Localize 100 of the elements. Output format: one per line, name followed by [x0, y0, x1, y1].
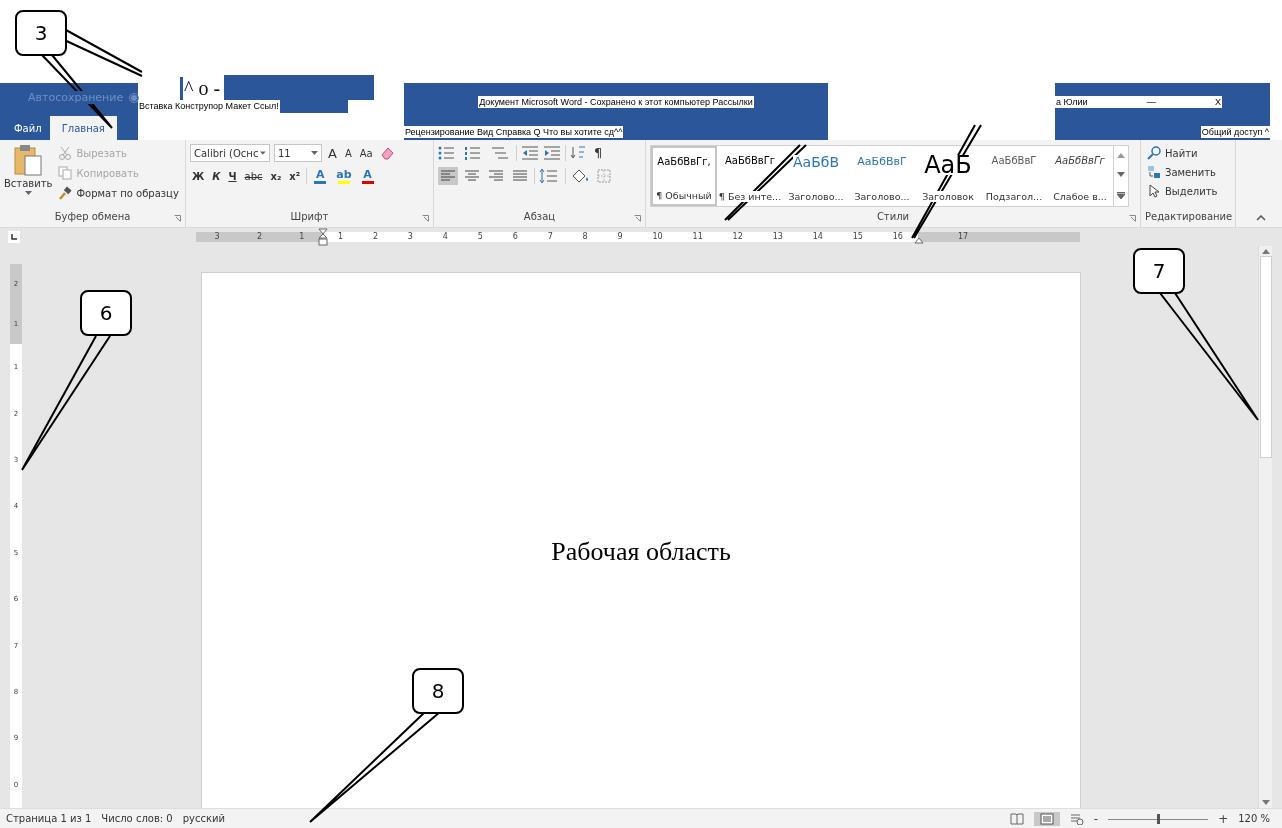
ruler-number: 1: [337, 232, 343, 242]
zoom-out-button[interactable]: -: [1093, 811, 1099, 826]
color-button[interactable]: A: [311, 168, 330, 184]
indent-marker-icon[interactable]: [318, 228, 328, 246]
status-text: Страница 1 из 1: [6, 813, 92, 824]
gallery-scroll-buttons[interactable]: [1113, 146, 1128, 206]
status-text: русский: [182, 813, 225, 824]
search-icon: [1147, 146, 1161, 160]
group-title: Абзац: [523, 211, 556, 222]
tab-labels: Вставка Конструпор Макет Ссыл!: [138, 100, 280, 113]
font-size-dropdown[interactable]: 11: [274, 144, 322, 162]
tab-stop-icon[interactable]: [8, 231, 20, 243]
editing-button[interactable]: Найти: [1145, 144, 1231, 162]
align-left-icon: [441, 170, 455, 182]
paste-button[interactable]: Вставить: [4, 144, 53, 211]
scissors-icon: [58, 146, 73, 160]
dialog-launcher-icon[interactable]: [1129, 215, 1136, 222]
print-layout-button[interactable]: [1033, 811, 1060, 826]
ruler-number: 17: [958, 232, 969, 242]
format-button[interactable]: К: [210, 169, 223, 183]
callout-label: 8: [412, 668, 464, 714]
paintbrush-icon: [58, 186, 73, 200]
font-name-dropdown[interactable]: Calibri (Оснс: [190, 144, 270, 162]
format-button[interactable]: abc: [242, 169, 265, 183]
scroll-up-icon[interactable]: [1261, 248, 1270, 254]
increase-indent-icon[interactable]: [543, 144, 561, 161]
right-indent-icon[interactable]: [914, 237, 924, 244]
ruler-number: 15: [852, 232, 863, 242]
read-mode-icon[interactable]: [1009, 812, 1024, 825]
zoom-in-button[interactable]: +: [1218, 811, 1229, 826]
cursor-arrow-icon: [1147, 184, 1161, 198]
window-title: Документ Microsoft Word - Сохранено к этот компьютер Рассылки: [478, 96, 754, 108]
align-justify-icon: [513, 170, 527, 182]
autosave-label: Автосохранение: [28, 91, 124, 104]
format-button[interactable]: x₂: [268, 169, 284, 183]
ruler-number: 12: [732, 232, 743, 242]
grow-font-button[interactable]: A: [326, 144, 339, 162]
color-button[interactable]: A: [358, 168, 377, 184]
tab-labels: Рецензирование Вид Справка Q Что вы хотите сд^^: [404, 126, 624, 138]
zoom-slider[interactable]: [1108, 812, 1209, 825]
replace-icon: [1147, 165, 1161, 179]
ruler-number: 11: [692, 232, 703, 242]
ruler-number: 3: [214, 232, 220, 242]
color-button[interactable]: ab: [333, 168, 355, 184]
shrink-font-button[interactable]: A: [342, 146, 354, 160]
format-button[interactable]: x²: [287, 169, 303, 183]
sort-icon[interactable]: [570, 144, 588, 161]
ruler-number: 2: [256, 232, 263, 242]
ruler-number: 5: [477, 232, 483, 242]
format-button[interactable]: Ж: [190, 169, 207, 183]
caret-icon: [24, 191, 32, 196]
status-text: Число слов: 0: [101, 813, 173, 824]
group-title: Буфер обмена: [54, 211, 131, 222]
copy-icon: [58, 166, 73, 180]
document-text: Рабочая область: [551, 537, 731, 568]
ruler-number: 16: [892, 232, 903, 242]
group-title: Шрифт: [290, 211, 329, 222]
decrease-indent-icon[interactable]: [521, 144, 539, 161]
close-button[interactable]: X: [1213, 96, 1222, 108]
share-button[interactable]: Общий доступ ^: [1200, 126, 1270, 138]
ruler-number: 2: [372, 232, 378, 242]
show-marks-button[interactable]: ¶: [592, 144, 605, 161]
vertical-scrollbar[interactable]: [1258, 246, 1272, 808]
callout-label: 3: [15, 10, 67, 56]
dialog-launcher-icon[interactable]: [422, 215, 429, 222]
ruler-number: 1: [299, 232, 305, 242]
callout-label: 6: [80, 290, 132, 336]
align-right-icon: [489, 170, 503, 182]
ruler-number: 14: [812, 232, 823, 242]
web-layout-icon[interactable]: [1069, 812, 1084, 825]
format-button[interactable]: Ч: [226, 169, 239, 183]
caret-icon: [260, 150, 266, 156]
ruler-number: 9: [617, 232, 623, 242]
dialog-launcher-icon[interactable]: [174, 215, 181, 222]
scroll-down-icon[interactable]: [1261, 800, 1270, 806]
ruler-number: 6: [512, 232, 518, 242]
ruler-number: 10: [652, 232, 663, 242]
group-title: Стили: [876, 211, 910, 222]
chevron-up-icon[interactable]: [1256, 215, 1266, 221]
zoom-slider-thumb[interactable]: [1157, 813, 1161, 824]
editing-button[interactable]: Выделить: [1145, 182, 1231, 200]
ruler-number: 7: [547, 232, 553, 242]
ruler-number: 8: [582, 232, 588, 242]
ruler-number: 3: [407, 232, 413, 242]
clipboard-icon: [13, 144, 44, 176]
ruler-number: 13: [772, 232, 783, 242]
dialog-launcher-icon[interactable]: [634, 215, 641, 222]
align-center-icon: [465, 170, 479, 182]
ribbon-tab[interactable]: Главная: [49, 116, 117, 140]
ruler-number: 4: [442, 232, 448, 242]
callout-label: 7: [1133, 248, 1185, 294]
user-name: а Юлии: [1055, 96, 1089, 108]
ribbon-tab[interactable]: Файл: [0, 116, 50, 140]
group-title: Редактирование: [1145, 211, 1233, 222]
clipboard-button[interactable]: Формат по образцу: [56, 184, 181, 202]
align-button[interactable]: [438, 167, 458, 185]
editing-button[interactable]: Заменить: [1145, 163, 1231, 181]
style-item[interactable]: АаБбВвГг, ¶ Обычный: [651, 146, 717, 206]
change-case-button[interactable]: Aa: [357, 146, 375, 160]
zoom-level[interactable]: 120 %: [1238, 813, 1270, 824]
